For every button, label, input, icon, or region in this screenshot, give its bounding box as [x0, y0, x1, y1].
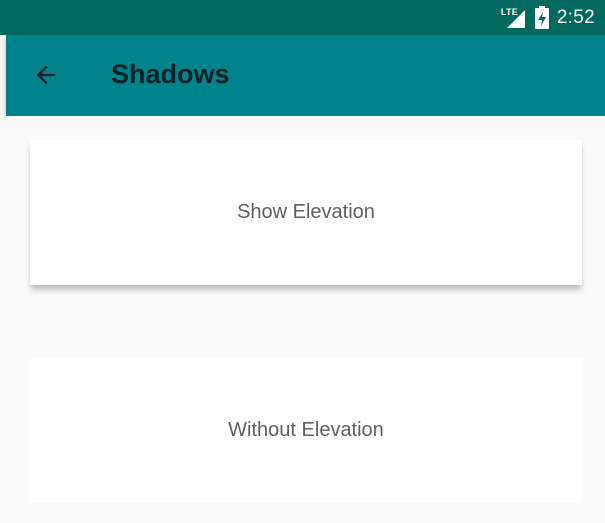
app-bar: Shadows [6, 35, 605, 116]
status-bar: LTE 2:52 [0, 0, 605, 35]
back-button[interactable] [28, 57, 64, 93]
page-title: Shadows [111, 59, 230, 89]
arrow-back-icon [36, 65, 56, 85]
content-area: Show Elevation Without Elevation [6, 116, 605, 523]
show-elevation-label: Show Elevation [237, 201, 375, 223]
show-elevation-card[interactable]: Show Elevation [30, 140, 582, 285]
status-icons: LTE 2:52 [501, 5, 595, 30]
without-elevation-label: Without Elevation [228, 419, 384, 441]
battery-icon [534, 6, 549, 29]
signal-icon [506, 9, 525, 28]
status-time: 2:52 [556, 6, 595, 28]
without-elevation-card[interactable]: Without Elevation [30, 358, 582, 503]
app-screen: LTE 2:52 Shadows Show Elevation Without … [0, 0, 605, 523]
signal-indicator: LTE [501, 7, 527, 29]
